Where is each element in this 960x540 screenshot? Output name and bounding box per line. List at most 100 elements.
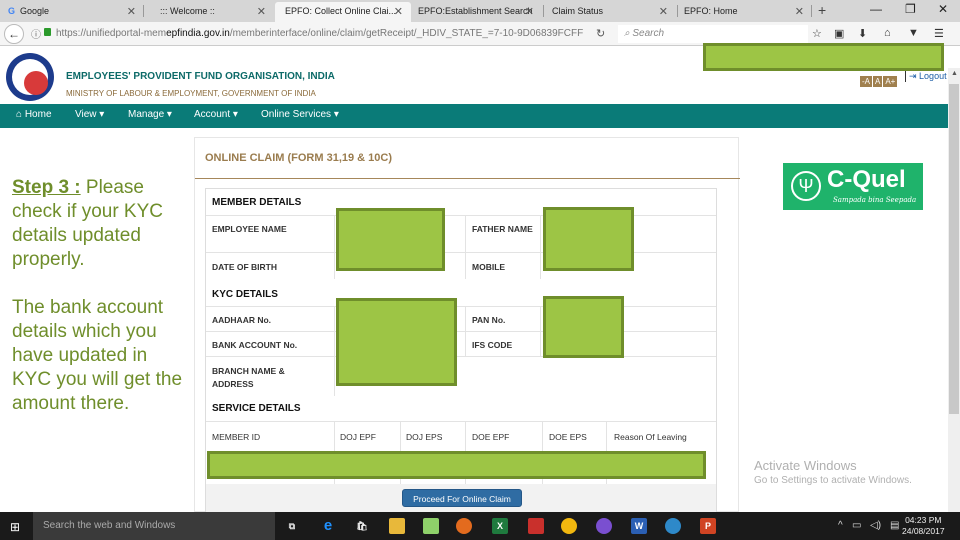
word-icon[interactable]: W: [631, 518, 647, 534]
task-view-icon[interactable]: ⧉: [284, 518, 300, 534]
form-footer: Proceed For Online Claim: [206, 484, 716, 514]
info-icon[interactable]: ⓘ: [31, 26, 41, 41]
cquel-brand-logo: Ψ C-Quel Sampada bina Seepada: [783, 163, 923, 210]
thunderbird-icon[interactable]: [665, 518, 681, 534]
clipboard-icon[interactable]: ▣: [834, 27, 844, 40]
ministry-subtitle: MINISTRY OF LABOUR & EMPLOYMENT, GOVERNM…: [66, 89, 316, 98]
tab-epfo-home[interactable]: EPFO: Home ✕: [678, 2, 812, 22]
clock-date: 24/08/2017: [902, 526, 945, 536]
menu-icon[interactable]: ☰: [934, 27, 944, 40]
network-icon[interactable]: ▭: [852, 520, 861, 531]
col-divider: [465, 306, 466, 356]
store-icon[interactable]: 🛍: [354, 518, 370, 534]
scroll-up-arrow-icon[interactable]: ▲: [951, 70, 958, 77]
scroll-thumb[interactable]: [949, 84, 959, 414]
minimize-button[interactable]: —: [870, 2, 882, 16]
nav-label: View: [75, 109, 97, 120]
nav-manage[interactable]: Manage ▾: [128, 109, 172, 120]
col-divider: [334, 306, 335, 396]
nav-view[interactable]: View ▾: [75, 109, 104, 120]
decrease-font-button[interactable]: -A: [860, 76, 872, 87]
powerpoint-icon[interactable]: P: [700, 518, 716, 534]
cquel-name: C-Quel: [827, 166, 906, 193]
system-clock[interactable]: 04:23 PM 24/08/2017: [902, 515, 945, 537]
new-tab-button[interactable]: +: [818, 2, 826, 18]
browser-search-input[interactable]: ⌕ Search: [618, 25, 808, 43]
close-tab-icon[interactable]: ✕: [659, 5, 668, 18]
nav-account[interactable]: Account ▾: [194, 109, 238, 120]
col-member-id: MEMBER ID: [212, 432, 261, 442]
tab-welcome[interactable]: ::: Welcome :: ✕: [144, 2, 274, 22]
show-hidden-icons-icon[interactable]: ^: [838, 520, 843, 531]
service-details-heading: SERVICE DETAILS: [212, 403, 301, 414]
reload-icon[interactable]: ↻: [596, 27, 605, 40]
home-icon[interactable]: ⌂: [884, 27, 891, 39]
url-path: /memberinterface/online/claim/getReceipt…: [229, 28, 584, 39]
pdf-reader-icon[interactable]: [528, 518, 544, 534]
download-icon[interactable]: ⬇: [858, 27, 867, 40]
pocket-icon[interactable]: ▼: [908, 27, 919, 39]
notifications-icon[interactable]: ▤: [890, 520, 899, 531]
branch-label-line2: ADDRESS: [212, 379, 254, 389]
back-button[interactable]: ←: [4, 24, 24, 44]
close-tab-icon[interactable]: ✕: [795, 5, 804, 18]
close-tab-icon[interactable]: ✕: [394, 5, 403, 18]
logout-icon: ⇥: [909, 71, 920, 81]
caret-down-icon: ▾: [99, 109, 105, 120]
nav-label: Manage: [128, 109, 165, 120]
mobile-label: MOBILE: [472, 262, 506, 272]
clock-time: 04:23 PM: [905, 515, 942, 525]
proceed-online-claim-button[interactable]: Proceed For Online Claim: [402, 489, 522, 507]
excel-icon[interactable]: X: [492, 518, 508, 534]
taskbar-search-input[interactable]: Search the web and Windows: [33, 512, 275, 540]
photos-folder-icon[interactable]: [423, 518, 439, 534]
star-icon[interactable]: ☆: [812, 27, 822, 40]
close-tab-icon[interactable]: ✕: [525, 5, 534, 18]
maximize-button[interactable]: ❐: [905, 2, 916, 16]
firefox-icon[interactable]: [456, 518, 472, 534]
col-doj-eps: DOJ EPS: [406, 432, 443, 442]
caret-down-icon: ▾: [333, 109, 339, 120]
branch-label-line1: BRANCH NAME &: [212, 366, 285, 376]
cquel-tree-icon: Ψ: [791, 171, 821, 201]
search-placeholder: Search: [632, 28, 665, 39]
normal-font-button[interactable]: A: [873, 76, 883, 87]
nav-home[interactable]: ⌂ Home: [16, 109, 52, 120]
instruction-annotation: Step 3 : Please check if your KYC detail…: [12, 176, 188, 440]
address-bar[interactable]: https://unifiedportal-memepfindia.gov.in…: [56, 25, 586, 43]
close-window-button[interactable]: ✕: [938, 2, 948, 16]
close-tab-icon[interactable]: ✕: [127, 5, 136, 18]
panel-title: ONLINE CLAIM (FORM 31,19 & 10C): [205, 152, 393, 164]
tab-claim-status[interactable]: Claim Status ✕: [544, 2, 676, 22]
screen: G Google ✕ ::: Welcome :: ✕ EPFO: Collec…: [0, 0, 960, 540]
close-tab-icon[interactable]: ✕: [257, 5, 266, 18]
increase-font-button[interactable]: A+: [883, 76, 898, 87]
col-doj-epf: DOJ EPF: [340, 432, 376, 442]
col-divider: [540, 306, 541, 356]
tab-google[interactable]: G Google ✕: [4, 2, 144, 22]
tab-label: ::: Welcome ::: [160, 6, 215, 16]
branch-address-label: BRANCH NAME & ADDRESS: [212, 365, 285, 391]
tab-establishment-search[interactable]: EPFO:Establishment Search ✕: [412, 2, 542, 22]
edge-browser-icon[interactable]: e: [320, 518, 336, 534]
volume-icon[interactable]: ◁): [870, 520, 881, 531]
col-doe-eps: DOE EPS: [549, 432, 587, 442]
redaction-aadhaar-bank-branch: [336, 298, 457, 386]
logout-link[interactable]: ⇥ Logout: [905, 71, 947, 82]
col-divider: [334, 215, 335, 279]
chrome-icon[interactable]: [561, 518, 577, 534]
redaction-pan-ifs: [543, 296, 624, 358]
activate-windows-watermark: Activate Windows Go to Settings to activ…: [754, 458, 912, 486]
page-scrollbar[interactable]: ▲: [948, 68, 960, 512]
nav-online-services[interactable]: Online Services ▾: [261, 109, 339, 120]
epfo-logo: [6, 53, 54, 101]
caret-down-icon: ▾: [166, 109, 172, 120]
file-explorer-icon[interactable]: [389, 518, 405, 534]
col-divider: [465, 215, 466, 279]
windows-start-icon[interactable]: ⊞: [10, 520, 20, 534]
logout-label: Logout: [919, 71, 947, 81]
tab-collect-online-claim[interactable]: EPFO: Collect Online Clai... ✕: [275, 2, 411, 22]
color-picker-icon[interactable]: [596, 518, 612, 534]
member-details-heading: MEMBER DETAILS: [212, 197, 302, 208]
main-navigation: ⌂ Home View ▾ Manage ▾ Account ▾ Online …: [0, 104, 948, 128]
